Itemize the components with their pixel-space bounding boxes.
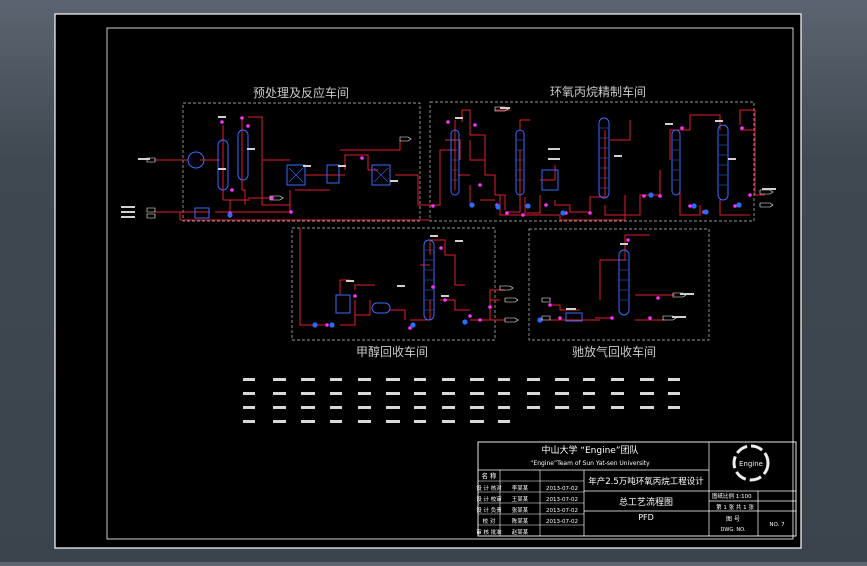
legend-entry <box>442 420 455 423</box>
legend-entry <box>583 378 595 381</box>
legend-entry <box>555 406 569 409</box>
drawing-viewport: 预处理及反应车间 环氧丙烷精制车间 甲醇回收车间 驰放气回收车间 Engine … <box>0 0 867 562</box>
legend-entry <box>527 406 540 409</box>
role-name: 李某某 <box>512 484 529 492</box>
legend-entry <box>414 420 426 423</box>
legend-entry <box>386 420 400 423</box>
role-label: 审 核 批准 <box>476 528 502 536</box>
legend-entry <box>442 378 455 381</box>
legend-entry <box>273 378 286 381</box>
legend-entry <box>555 378 569 381</box>
legend-entry <box>386 406 400 409</box>
legend-entry <box>498 378 510 381</box>
legend-entry <box>414 378 426 381</box>
legend-entry <box>414 392 426 395</box>
legend-entry <box>498 406 510 409</box>
legend-entry <box>527 378 540 381</box>
legend-entry <box>243 392 255 395</box>
team-name-cn: 中山大学 “Engine”团队 <box>541 444 638 456</box>
legend-entry <box>611 406 624 409</box>
role-name: 陈某某 <box>512 517 529 525</box>
legend-entry <box>273 392 286 395</box>
role-date: 2013-07-02 <box>546 497 578 503</box>
role-date: 2013-07-02 <box>546 519 578 525</box>
logo-text: Engine <box>739 460 763 468</box>
legend-entry <box>358 392 371 395</box>
role-header: 名 称 <box>481 471 497 480</box>
legend-entry <box>243 378 255 381</box>
section-heading-tailgas: 驰放气回收车间 <box>572 344 656 359</box>
sheet-count: 第 1 张 共 1 张 <box>716 503 754 511</box>
legend-entry <box>243 420 255 423</box>
legend-entry <box>583 406 595 409</box>
project-title: 年产2.5万吨环氧丙烷工程设计 <box>588 476 704 487</box>
drawing-code: PFD <box>638 513 654 522</box>
scale-text: 图纸比例 1:100 <box>712 492 752 500</box>
legend-entry <box>386 392 400 395</box>
legend-entry <box>273 420 286 423</box>
legend-entry <box>470 420 484 423</box>
legend-entry <box>640 406 654 409</box>
sheet-border <box>54 13 802 549</box>
role-label: 设 计 负责 <box>476 506 502 514</box>
legend-entry <box>386 378 400 381</box>
role-name: 张某某 <box>512 506 529 514</box>
role-name: 王某某 <box>512 496 529 503</box>
section-heading-pretreatment: 预处理及反应车间 <box>253 85 349 100</box>
team-name-en: “Engine”Team of Sun Yat-sen University <box>530 460 650 467</box>
section-heading-purification: 环氧丙烷精制车间 <box>550 84 646 99</box>
pfd-drawing: 预处理及反应车间 环氧丙烷精制车间 甲醇回收车间 驰放气回收车间 Engine … <box>54 13 802 549</box>
legend-entry <box>668 406 680 409</box>
legend-entry <box>470 378 484 381</box>
legend-entry <box>414 406 426 409</box>
legend-entry <box>668 378 680 381</box>
legend-entry <box>442 392 455 395</box>
role-date: 2013-07-02 <box>546 486 578 492</box>
page-number: NO. 7 <box>769 522 785 528</box>
legend-entry <box>498 420 510 423</box>
legend-entry <box>358 406 371 409</box>
legend-entry <box>330 420 342 423</box>
role-label: 设 计 核对 <box>476 484 502 492</box>
legend-entry <box>498 392 510 395</box>
role-date: 2013-07-02 <box>546 508 578 514</box>
legend-entry <box>301 392 315 395</box>
role-label: 设 计 校审 <box>476 495 502 503</box>
legend-entry <box>301 378 315 381</box>
legend-entry <box>243 406 255 409</box>
legend-entry <box>527 392 540 395</box>
legend-entry <box>555 392 569 395</box>
role-label: 校 对 <box>483 517 496 525</box>
legend-entry <box>640 378 654 381</box>
legend-entry <box>611 378 624 381</box>
role-name: 赵某某 <box>512 528 529 536</box>
legend-entry <box>640 392 654 395</box>
legend-entry <box>330 378 342 381</box>
legend-entry <box>611 392 624 395</box>
legend-entry <box>358 378 371 381</box>
legend-entry <box>330 392 342 395</box>
section-heading-methanol: 甲醇回收车间 <box>356 344 428 359</box>
legend-entry <box>358 420 371 423</box>
legend-entry <box>301 420 315 423</box>
legend-entry <box>273 406 286 409</box>
graph-number-label: 图 号 <box>726 516 740 523</box>
legend-entry <box>583 392 595 395</box>
legend-entry <box>668 392 680 395</box>
dwg-no-label: DWG. NO. <box>721 527 746 533</box>
legend-entry <box>301 406 315 409</box>
legend-entry <box>470 392 484 395</box>
legend-entry <box>330 406 342 409</box>
legend-entry <box>442 406 455 409</box>
legend-entry <box>470 406 484 409</box>
drawing-title: 总工艺流程图 <box>619 496 673 508</box>
